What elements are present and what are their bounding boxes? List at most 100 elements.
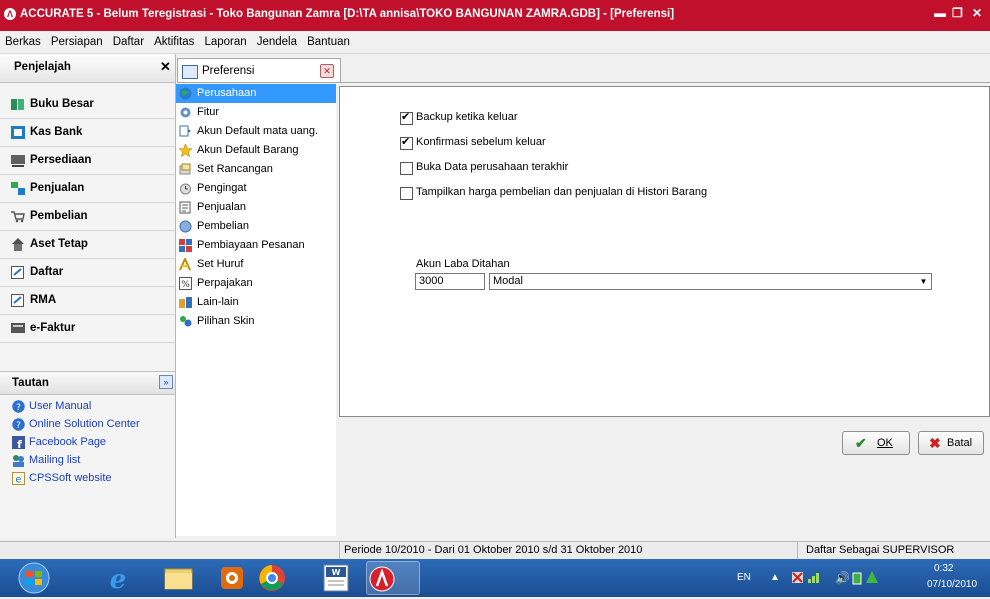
start-button[interactable] [4, 561, 64, 595]
design-icon [179, 163, 192, 176]
category-pembelian[interactable]: Pembelian [176, 217, 336, 236]
link-label: User Manual [29, 400, 92, 412]
tab-divider [177, 82, 990, 83]
network-icon[interactable] [792, 571, 832, 588]
category-perpajakan[interactable]: % Perpajakan [176, 274, 336, 293]
window-title: ACCURATE 5 - Belum Teregistrasi - Toko B… [20, 8, 675, 20]
category-penjualan[interactable]: Penjualan [176, 198, 336, 217]
menu-aktifitas[interactable]: Aktifitas [154, 31, 194, 53]
gear-icon [179, 106, 192, 119]
nav-e-faktur[interactable]: e-Faktur [0, 315, 175, 343]
skin-icon [179, 315, 192, 328]
purchase-icon [179, 220, 192, 233]
status-segment-period: Periode 10/2010 - Dari 01 Oktober 2010 s… [339, 542, 798, 560]
tab-close-button[interactable]: ✕ [320, 64, 334, 78]
akun-laba-account-dropdown[interactable]: Modal ▼ [489, 273, 932, 290]
akun-laba-code-field[interactable]: 3000 [415, 273, 485, 290]
status-bar: Periode 10/2010 - Dari 01 Oktober 2010 s… [0, 541, 990, 560]
category-akun-default-mata-uang[interactable]: Akun Default mata uang. [176, 122, 336, 141]
bank-icon [11, 126, 25, 139]
category-label: Set Rancangan [197, 163, 273, 175]
menu-bantuan[interactable]: Bantuan [307, 31, 350, 53]
sales-document-icon [179, 201, 192, 214]
chrome-taskbar-icon[interactable] [258, 561, 315, 595]
collapse-chevron-icon[interactable]: » [159, 375, 173, 389]
tab-label: Preferensi [202, 65, 255, 77]
cross-icon: ✖ [929, 435, 941, 451]
language-indicator[interactable]: EN [737, 572, 751, 583]
nav-aset-tetap[interactable]: Aset Tetap [0, 231, 175, 259]
nav-penjualan[interactable]: Penjualan [0, 175, 175, 203]
close-window-button[interactable]: ✕ [972, 6, 982, 20]
category-set-huruf[interactable]: Set Huruf [176, 255, 336, 274]
ok-button[interactable]: ✔ OK [842, 431, 910, 455]
user-text: Daftar Sebagai SUPERVISOR [806, 544, 955, 556]
nav-label: Pembelian [30, 210, 88, 222]
checkbox[interactable] [400, 187, 413, 200]
links-header[interactable]: Tautan » [0, 371, 175, 395]
category-lain-lain[interactable]: Lain-lain [176, 293, 336, 312]
category-label: Perusahaan [197, 87, 257, 99]
show-hidden-icons-arrow-icon[interactable]: ▲ [770, 572, 780, 583]
explorer-header: Penjelajah ✕ [0, 54, 175, 83]
category-label: Lain-lain [197, 296, 239, 308]
grid-icon [179, 239, 192, 252]
cancel-button[interactable]: ✖ Batal [918, 431, 984, 455]
checkbox[interactable] [400, 162, 413, 175]
accurate-taskbar-button[interactable] [366, 561, 420, 595]
rma-icon [11, 294, 25, 307]
checkbox[interactable] [400, 136, 413, 150]
help-icon: ? [12, 418, 25, 431]
accurate-tray-icon[interactable] [865, 570, 879, 587]
minimize-button[interactable]: ▬ [934, 6, 946, 20]
links-title: Tautan [12, 377, 49, 389]
internet-explorer-taskbar-icon[interactable]: e [90, 561, 147, 595]
menu-persiapan[interactable]: Persiapan [51, 31, 103, 53]
checkbox[interactable] [400, 111, 413, 125]
clock-time[interactable]: 0:32 [934, 563, 953, 574]
svg-text:?: ? [16, 403, 21, 413]
category-fitur[interactable]: Fitur [176, 103, 336, 122]
volume-icon[interactable]: 🔊 [835, 571, 850, 585]
restore-button[interactable]: ❐ [952, 6, 963, 20]
svg-text:e: e [110, 565, 127, 595]
category-akun-default-barang[interactable]: Akun Default Barang [176, 141, 336, 160]
category-label: Set Huruf [197, 258, 244, 270]
explorer-title: Penjelajah [14, 61, 71, 73]
menu-jendela[interactable]: Jendela [257, 31, 297, 53]
reminder-icon [179, 182, 192, 195]
dropdown-arrow-icon[interactable]: ▼ [917, 275, 930, 288]
nav-pembelian[interactable]: Pembelian [0, 203, 175, 231]
window-icon [182, 65, 198, 79]
menu-daftar[interactable]: Daftar [113, 31, 144, 53]
category-label: Perpajakan [197, 277, 253, 289]
tab-preferensi[interactable]: Preferensi ✕ [177, 58, 341, 83]
battery-icon[interactable] [851, 571, 863, 588]
misc-icon [179, 296, 192, 309]
nav-persediaan[interactable]: Persediaan [0, 147, 175, 175]
word-taskbar-icon[interactable]: W [314, 561, 371, 595]
category-pengingat[interactable]: Pengingat [176, 179, 336, 198]
category-set-rancangan[interactable]: Set Rancangan [176, 160, 336, 179]
link-label: Mailing list [29, 454, 81, 466]
nav-daftar[interactable]: Daftar [0, 259, 175, 287]
category-pilihan-skin[interactable]: Pilihan Skin [176, 312, 336, 331]
nav-kas-bank[interactable]: Kas Bank [0, 119, 175, 147]
svg-text:%: % [181, 280, 190, 290]
option-label: Buka Data perusahaan terakhir [416, 161, 569, 173]
menu-laporan[interactable]: Laporan [204, 31, 246, 53]
media-player-taskbar-icon[interactable] [205, 561, 262, 595]
nav-buku-besar[interactable]: Buku Besar [0, 91, 175, 119]
option-label: Konfirmasi sebelum keluar [416, 136, 546, 148]
menu-berkas[interactable]: Berkas [5, 31, 41, 53]
nav-rma[interactable]: RMA [0, 287, 175, 315]
option-label: Backup ketika keluar [416, 111, 518, 123]
explorer-close-button[interactable]: ✕ [160, 59, 171, 75]
file-explorer-taskbar-icon[interactable] [150, 561, 207, 595]
nav-label: Daftar [30, 266, 64, 278]
status-segment-user: Daftar Sebagai SUPERVISOR [797, 542, 990, 560]
title-bar: Λ ACCURATE 5 - Belum Teregistrasi - Toko… [0, 0, 990, 31]
category-perusahaan[interactable]: Perusahaan [176, 84, 336, 103]
clock-date[interactable]: 07/10/2010 [927, 579, 977, 590]
category-pembiayaan-pesanan[interactable]: Pembiayaan Pesanan [176, 236, 336, 255]
